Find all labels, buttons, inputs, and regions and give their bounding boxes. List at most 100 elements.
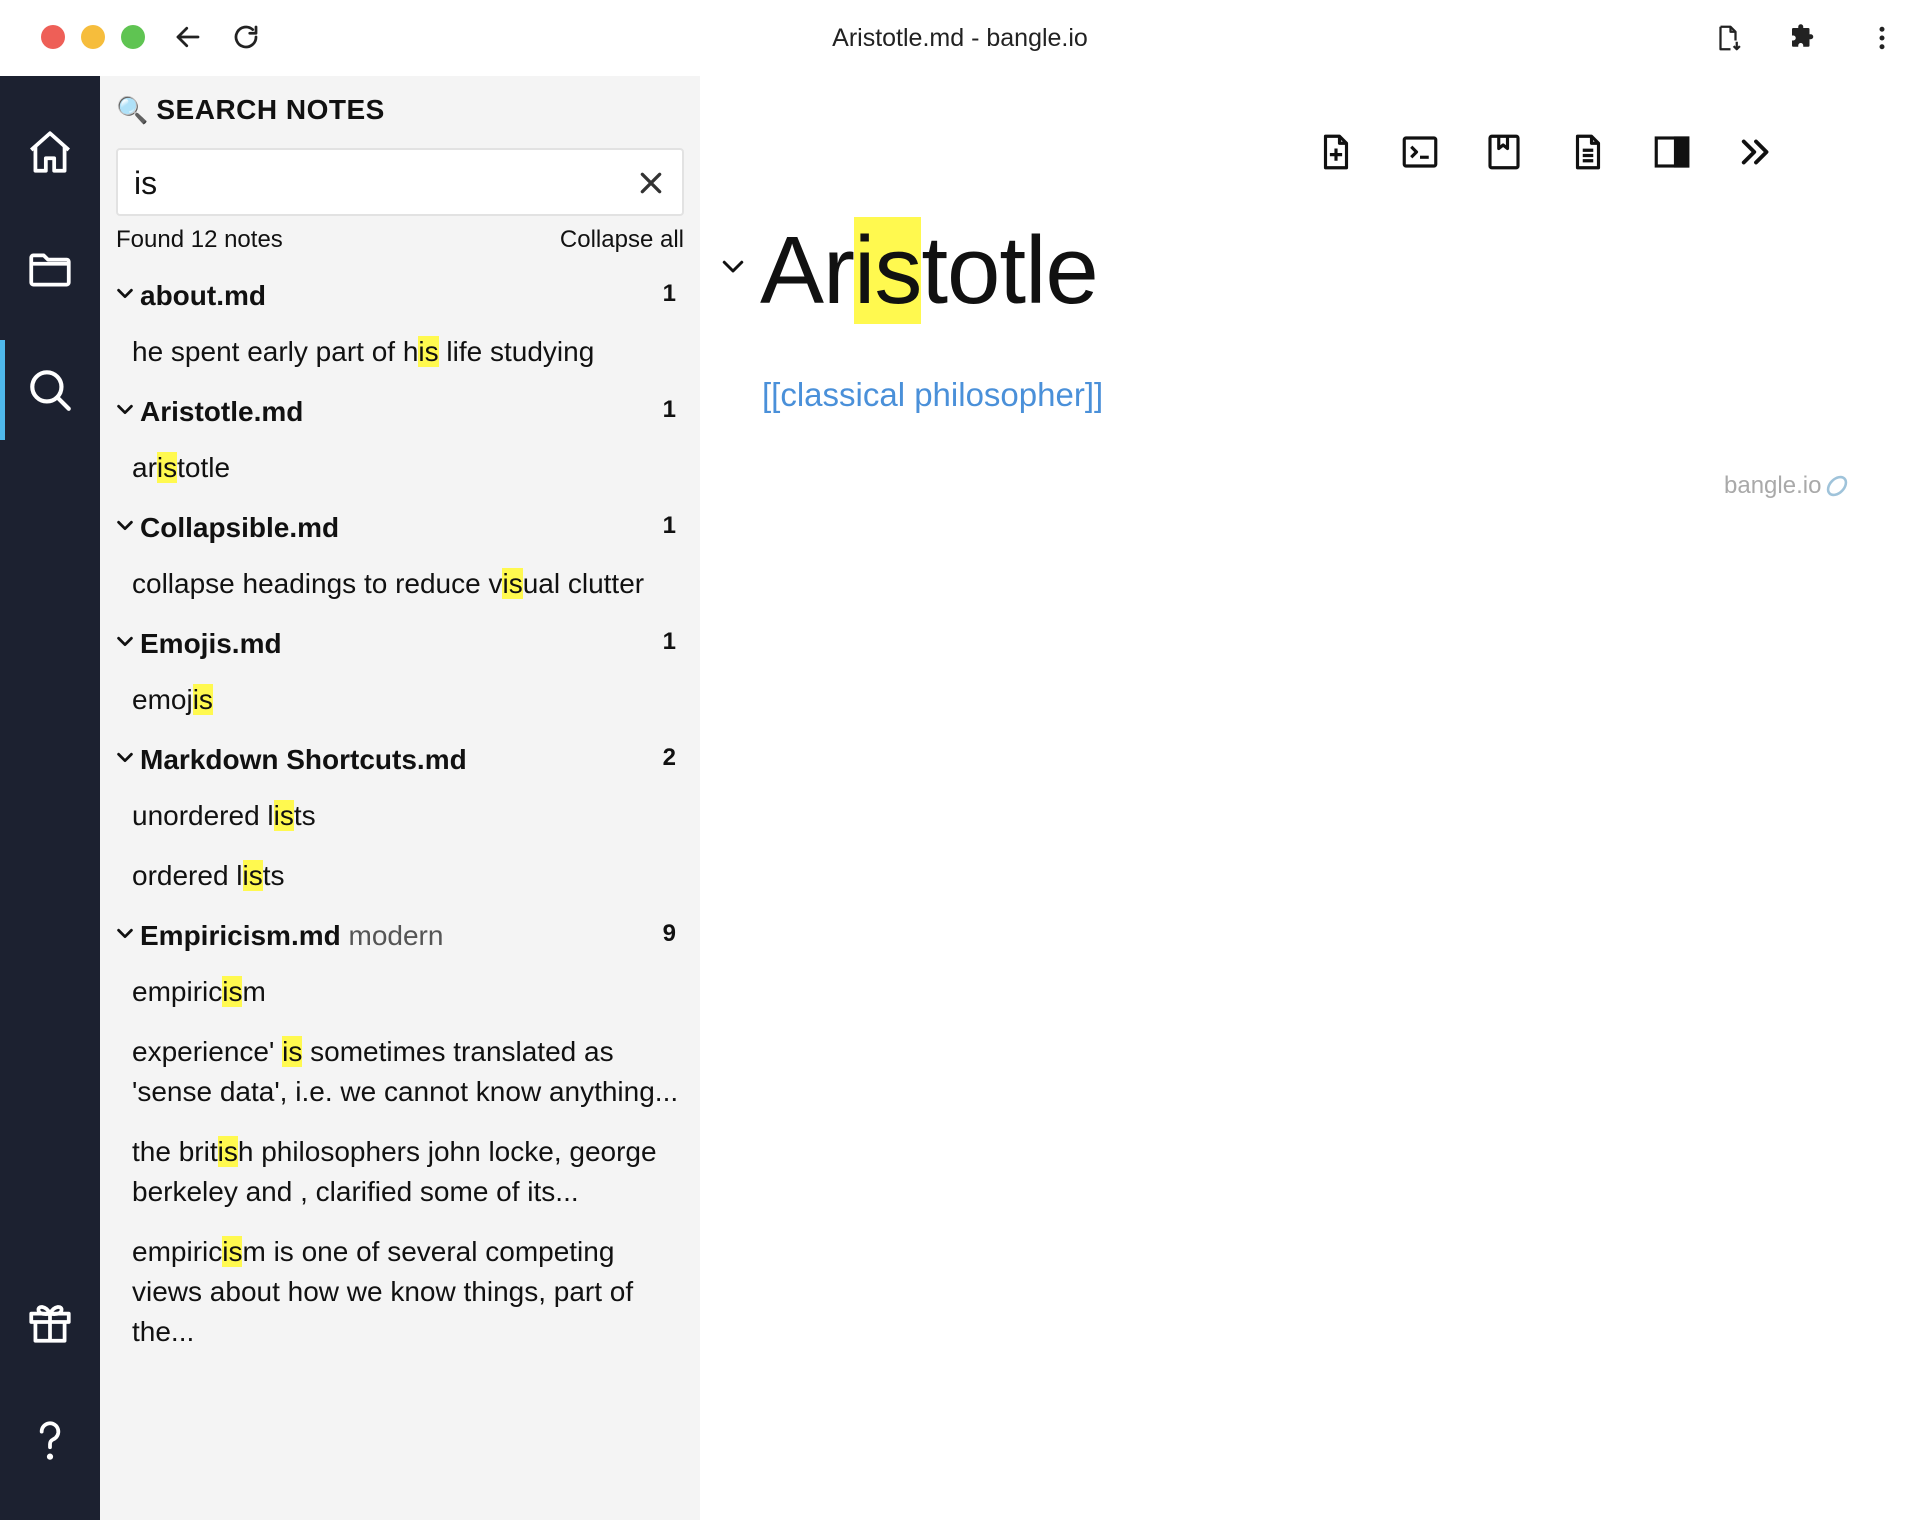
search-icon [30,370,71,411]
match-count: 1 [662,280,676,307]
chevron-down-icon[interactable] [114,282,136,304]
browser-menu-button[interactable] [1864,20,1900,56]
match-highlight: is [242,860,263,891]
chevron-down-icon[interactable] [114,630,136,652]
match-count: 2 [662,744,676,771]
found-count: Found 12 notes [116,226,283,253]
match-count: 1 [662,628,676,655]
activity-help[interactable] [0,1390,100,1490]
result-match[interactable]: ordered lists [100,846,700,906]
match-count: 1 [662,512,676,539]
new-note-button[interactable] [1310,126,1362,178]
match-text: ual clutter [522,568,645,599]
command-palette-button[interactable] [1394,126,1446,178]
match-text: emoj [132,684,193,715]
file-plus-icon [1323,134,1349,170]
activity-whats-new[interactable] [0,1272,100,1372]
result-file-name: Empiricism.md modern [140,920,443,952]
match-text: ts [262,860,285,891]
result-file-row[interactable]: Markdown Shortcuts.md 2 [100,730,700,786]
result-file-row[interactable]: Empiricism.md modern 9 [100,906,700,962]
toggle-sidebar-button[interactable] [1646,126,1698,178]
result-file-row[interactable]: Aristotle.md 1 [100,382,700,438]
chevron-down-icon[interactable] [114,398,136,420]
sidebar-right-icon [1654,136,1690,168]
result-group: Aristotle.md 1 aristotle [100,382,700,498]
chevrons-right-icon [1741,139,1769,165]
note-outline-button[interactable] [1562,126,1614,178]
match-text: totle [177,452,231,483]
file-download-icon [1719,25,1741,51]
match-text: experience' [132,1036,283,1067]
match-text: life studying [438,336,595,367]
result-file-name: Markdown Shortcuts.md [140,744,467,776]
match-highlight: is [156,452,178,483]
file-name-text: Markdown Shortcuts.md [140,744,467,775]
match-text: m [242,976,266,1007]
match-text: collapse headings to reduce v [132,568,503,599]
document-icon [1575,134,1601,170]
search-box [116,148,684,216]
puzzle-icon [1792,24,1814,47]
match-text: the brit [132,1136,218,1167]
file-tag: modern [348,920,444,951]
result-match[interactable]: collapse headings to reduce visual clutt… [100,554,700,614]
wiki-link[interactable]: [[classical philosopher]] [762,376,1103,414]
collapse-heading-chevron-icon[interactable] [718,251,748,281]
search-sidebar: 🔍 SEARCH NOTES Found 12 notes Collapse a… [100,76,700,1520]
activity-home[interactable] [0,102,100,202]
watermark-text: bangle.io [1724,472,1822,499]
search-results: about.md 1 he spent early part of his life… [100,266,700,1362]
question-icon [39,1421,61,1460]
chevron-down-icon[interactable] [114,746,136,768]
result-group: Markdown Shortcuts.md 2 unordered lists ord… [100,730,700,906]
extensions-button[interactable] [1784,20,1820,56]
collapse-all-button[interactable]: Collapse all [560,226,684,254]
result-file-name: Emojis.md [140,628,282,660]
result-file-row[interactable]: Collapsible.md 1 [100,498,700,554]
match-highlight: is [418,336,439,367]
match-text: empiric [132,1236,223,1267]
sidebar-title: SEARCH NOTES [156,94,385,125]
match-text: empiric [132,976,223,1007]
result-group: Emojis.md 1 emojis [100,614,700,730]
search-input[interactable] [134,162,634,204]
gift-icon [29,1305,71,1343]
heading-text-pre: Ar [760,217,855,324]
result-file-row[interactable]: about.md 1 [100,266,700,322]
bookmark-icon [1488,134,1520,170]
result-match[interactable]: the british philosophers john locke, geo… [100,1122,700,1222]
result-match[interactable]: empiricism is one of several competing v… [100,1222,700,1362]
result-group: Collapsible.md 1 collapse headings to redu… [100,498,700,614]
match-highlight: is [222,1236,243,1267]
activity-files[interactable] [0,220,100,320]
result-file-row[interactable]: Emojis.md 1 [100,614,700,670]
match-count: 9 [662,920,676,947]
result-match[interactable]: he spent early part of his life studying [100,322,700,382]
chevron-down-icon[interactable] [114,922,136,944]
file-name-text: Emojis.md [140,628,282,659]
match-highlight: is [217,1136,238,1167]
file-name-text: Empiricism.md [140,920,341,951]
result-group: Empiricism.md modern 9 empiricism experienc… [100,906,700,1362]
more-actions-button[interactable] [1730,126,1782,178]
window-title: Aristotle.md - bangle.io [832,24,1088,52]
install-app-button[interactable] [1710,20,1746,56]
folder-icon [29,253,71,287]
wiki-button[interactable] [1478,126,1530,178]
match-text: ts [293,800,316,831]
bangle-logo-icon [1827,475,1848,497]
activity-search[interactable] [0,340,100,440]
chevron-down-icon[interactable] [114,514,136,536]
result-match[interactable]: aristotle [100,438,700,498]
result-file-name: about.md [140,280,266,312]
result-match[interactable]: emojis [100,670,700,730]
result-match[interactable]: unordered lists [100,786,700,846]
clear-search-button[interactable] [632,164,670,202]
match-text: unordered l [132,800,274,831]
result-match[interactable]: experience' is sometimes translated as '… [100,1022,700,1122]
bangle-watermark: bangle.io [1724,472,1851,500]
heading-highlight: is [854,217,922,324]
file-name-text: Aristotle.md [140,396,304,427]
result-match[interactable]: empiricism [100,962,700,1022]
